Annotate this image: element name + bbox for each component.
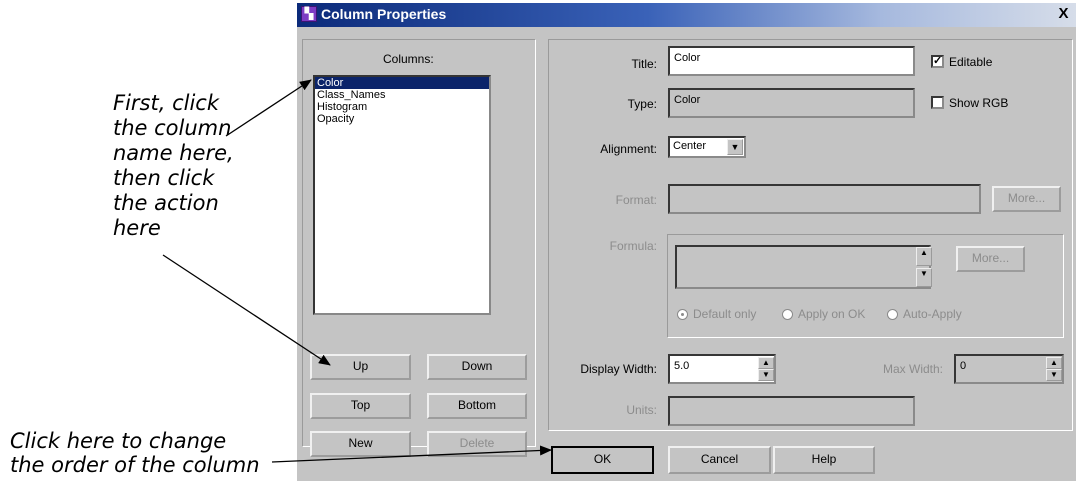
down-button[interactable]: Down bbox=[427, 354, 527, 380]
annotation-line: the column bbox=[113, 116, 232, 140]
column-properties-dialog: ▚ Column Properties X Columns: Color Cla… bbox=[297, 3, 1076, 481]
radio-auto-apply bbox=[887, 309, 898, 320]
close-icon[interactable]: X bbox=[1055, 5, 1072, 22]
up-button[interactable]: Up bbox=[310, 354, 411, 380]
radio-default-only bbox=[677, 309, 688, 320]
radio-auto-apply-label: Auto-Apply bbox=[903, 307, 962, 321]
format-field bbox=[668, 184, 981, 214]
units-label: Units: bbox=[626, 403, 657, 417]
display-width-up[interactable]: ▲ bbox=[758, 357, 774, 369]
alignment-value: Center bbox=[673, 140, 707, 152]
list-item[interactable]: Color bbox=[315, 77, 489, 89]
app-icon: ▚ bbox=[301, 6, 317, 22]
format-label: Format: bbox=[615, 193, 657, 207]
annotation-change-order: Click here to change the order of the co… bbox=[10, 429, 260, 477]
formula-scroll-up: ▲ bbox=[916, 247, 932, 266]
max-width-down: ▼ bbox=[1046, 369, 1062, 381]
annotation-line: then click bbox=[113, 166, 215, 190]
ok-button[interactable]: OK bbox=[551, 446, 654, 474]
formula-more-button: More... bbox=[956, 246, 1025, 272]
annotation-line: name here, bbox=[113, 141, 234, 165]
alignment-select[interactable]: Center ▼ bbox=[668, 136, 746, 158]
delete-button: Delete bbox=[427, 431, 527, 457]
radio-apply-on-ok bbox=[782, 309, 793, 320]
formula-field bbox=[675, 245, 931, 289]
display-width-down[interactable]: ▼ bbox=[758, 369, 774, 381]
title-label: Title: bbox=[631, 57, 657, 71]
type-field: Color bbox=[668, 88, 915, 118]
display-width-label: Display Width: bbox=[580, 362, 657, 376]
cancel-button[interactable]: Cancel bbox=[668, 446, 771, 474]
radio-default-only-label: Default only bbox=[693, 307, 757, 321]
type-label: Type: bbox=[627, 97, 657, 111]
alignment-label: Alignment: bbox=[600, 142, 657, 156]
annotation-line: here bbox=[113, 216, 161, 240]
help-button[interactable]: Help bbox=[773, 446, 875, 474]
top-button[interactable]: Top bbox=[310, 393, 411, 419]
title-bar[interactable]: ▚ Column Properties X bbox=[297, 3, 1076, 27]
annotation-line: the action bbox=[113, 191, 219, 215]
show-rgb-checkbox[interactable] bbox=[931, 96, 944, 109]
radio-apply-on-ok-label: Apply on OK bbox=[798, 307, 866, 321]
annotation-line: the order of the column bbox=[10, 453, 260, 477]
dialog-title: Column Properties bbox=[321, 6, 447, 22]
title-input[interactable]: Color bbox=[668, 46, 915, 76]
annotation-line: First, click bbox=[113, 91, 219, 115]
bottom-button[interactable]: Bottom bbox=[427, 393, 527, 419]
max-width-label: Max Width: bbox=[882, 362, 943, 376]
units-field bbox=[668, 396, 915, 426]
formula-label: Formula: bbox=[609, 239, 657, 253]
list-item[interactable]: Histogram bbox=[315, 101, 489, 113]
columns-listbox[interactable]: Color Class_Names Histogram Opacity bbox=[313, 75, 491, 315]
formula-scroll-down: ▼ bbox=[916, 268, 932, 287]
list-item[interactable]: Opacity bbox=[315, 113, 489, 125]
chevron-down-icon: ▼ bbox=[727, 139, 743, 155]
annotation-line: Click here to change bbox=[10, 429, 227, 453]
columns-label: Columns: bbox=[383, 52, 434, 66]
max-width-up: ▲ bbox=[1046, 357, 1062, 369]
annotation-first-click: First, click the column name here, then … bbox=[113, 91, 234, 241]
editable-checkbox[interactable]: ✓ bbox=[931, 55, 944, 68]
editable-label: Editable bbox=[949, 55, 993, 69]
format-more-button: More... bbox=[992, 186, 1061, 212]
show-rgb-label: Show RGB bbox=[949, 96, 1009, 110]
list-item[interactable]: Class_Names bbox=[315, 89, 489, 101]
new-button[interactable]: New bbox=[310, 431, 411, 457]
